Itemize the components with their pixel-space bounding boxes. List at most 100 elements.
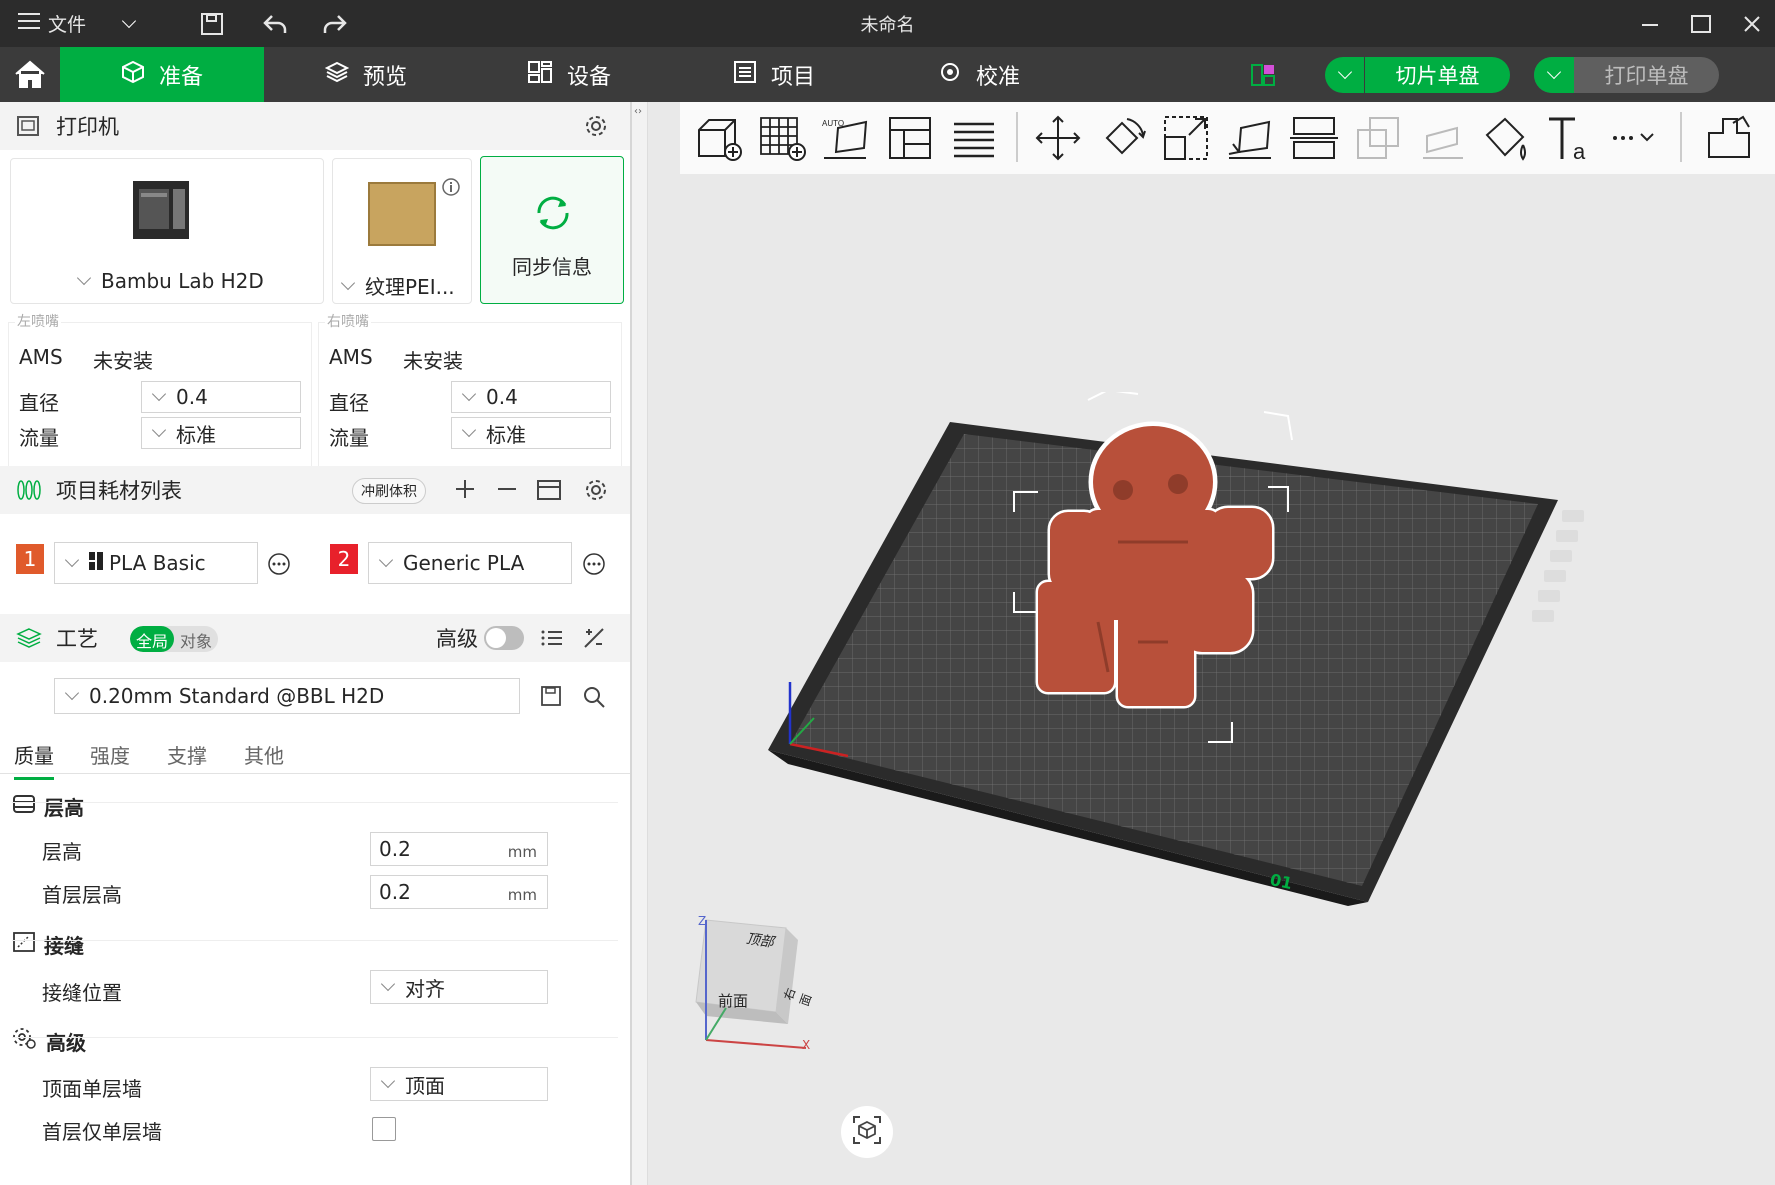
process-profile-dropdown[interactable]: 0.20mm Standard @BBL H2D [54, 678, 520, 714]
minimize-icon[interactable] [1640, 0, 1660, 47]
scale-icon[interactable] [1158, 110, 1214, 166]
tab-preview[interactable]: 预览 [324, 47, 407, 102]
left-diameter-dropdown[interactable]: 0.4 [141, 381, 301, 413]
layer-height-input[interactable]: 0.2 mm [370, 832, 548, 866]
left-diameter-value: 0.4 [176, 385, 208, 409]
save-profile-icon[interactable] [540, 685, 562, 711]
tab-project[interactable]: 项目 [733, 47, 815, 102]
lay-on-face-icon[interactable] [1222, 110, 1278, 166]
layer-height-group-label: 层高 [44, 796, 84, 820]
collapse-arrows-icon[interactable]: ‹› [634, 106, 642, 117]
reset-view-button[interactable] [841, 1106, 893, 1158]
device-icon [527, 60, 553, 90]
undo-icon[interactable] [262, 0, 288, 47]
filament-section-title: 项目耗材列表 [56, 479, 182, 503]
rotate-icon[interactable] [1094, 110, 1150, 166]
redo-icon[interactable] [322, 0, 348, 47]
move-icon[interactable] [1030, 110, 1086, 166]
more-tools-icon[interactable] [1606, 110, 1662, 166]
plate-type-dropdown[interactable]: 纹理PEI... [339, 271, 455, 300]
tab-quality[interactable]: 质量 [14, 740, 54, 780]
tab-device[interactable]: 设备 [527, 47, 611, 102]
flush-volume-button[interactable]: 冲刷体积 [352, 478, 426, 504]
viewcube-front-face[interactable]: 前面 [718, 990, 748, 1011]
seam-icon [12, 931, 36, 958]
advanced-group-title: 高级 [12, 1027, 86, 1056]
global-object-toggle[interactable]: 全局 对象 [130, 626, 219, 652]
printer-card[interactable]: Bambu Lab H2D [10, 158, 324, 304]
advanced-toggle-switch[interactable] [484, 626, 524, 650]
advanced-label: 高级 [436, 627, 478, 651]
top-single-wall-dropdown[interactable]: 顶面 [370, 1067, 548, 1101]
plate-card[interactable]: 纹理PEI... [332, 158, 472, 304]
filament-2-more-icon[interactable] [582, 552, 606, 580]
info-icon[interactable] [441, 177, 461, 201]
first-layer-height-label: 首层层高 [42, 883, 122, 907]
layout-icon[interactable] [1250, 61, 1276, 91]
text-icon[interactable]: a [1542, 110, 1598, 166]
tab-prepare-label: 准备 [158, 64, 203, 90]
toggle-object[interactable]: 对象 [174, 626, 218, 652]
add-plate-icon[interactable] [754, 110, 810, 166]
right-flow-dropdown[interactable]: 标准 [451, 417, 611, 449]
add-filament-icon[interactable] [454, 478, 476, 505]
compare-icon[interactable] [582, 626, 606, 655]
right-diameter-dropdown[interactable]: 0.4 [451, 381, 611, 413]
auto-orient-icon[interactable]: AUTO [818, 110, 874, 166]
boolean-icon[interactable] [1350, 110, 1406, 166]
layer-height-icon [12, 794, 36, 819]
filament-settings-gear-icon[interactable] [584, 478, 608, 507]
list-view-icon[interactable] [540, 626, 564, 655]
filament-sync-icon[interactable] [536, 478, 562, 507]
first-layer-height-input[interactable]: 0.2 mm [370, 875, 548, 909]
support-paint-icon[interactable] [1414, 110, 1470, 166]
printer-settings-gear-icon[interactable] [584, 114, 608, 143]
search-icon[interactable] [582, 685, 606, 713]
tab-calibrate-label: 校准 [976, 64, 1021, 90]
home-icon[interactable] [14, 59, 46, 93]
close-icon[interactable] [1743, 0, 1761, 47]
left-flow-dropdown[interactable]: 标准 [141, 417, 301, 449]
slice-dropdown-icon[interactable] [1325, 57, 1365, 93]
view-cube[interactable]: 顶部 前面 右面 Z X [666, 912, 814, 1052]
filament-1-swatch[interactable]: 1 [16, 544, 44, 574]
title-bar: 文件 未命名 [0, 0, 1775, 47]
arrange-icon[interactable] [882, 110, 938, 166]
sync-info-button[interactable]: 同步信息 [480, 156, 624, 304]
tab-prepare[interactable]: 准备 [60, 47, 264, 102]
color-paint-icon[interactable] [1478, 110, 1534, 166]
plate-type-label: 纹理PEI... [365, 275, 455, 299]
filament-2-dropdown[interactable]: Generic PLA [368, 542, 572, 584]
slice-plate-button[interactable]: 切片单盘 [1325, 57, 1510, 93]
first-layer-single-wall-checkbox[interactable] [372, 1117, 396, 1141]
layers-view-icon[interactable] [946, 110, 1002, 166]
add-object-icon[interactable] [690, 110, 746, 166]
file-menu-button[interactable]: 文件 [18, 0, 86, 47]
tab-strength[interactable]: 强度 [90, 740, 130, 769]
tab-calibrate[interactable]: 校准 [938, 47, 1020, 102]
maximize-icon[interactable] [1690, 0, 1712, 47]
panel-collapse-strip[interactable]: ‹› [632, 102, 648, 1185]
tab-support[interactable]: 支撑 [167, 740, 207, 769]
left-flow-value: 标准 [176, 422, 216, 447]
menu-dropdown-icon[interactable] [120, 0, 146, 47]
3d-viewport[interactable]: AUTO a 01 顶部 前面 右面 Z X [648, 102, 1775, 1185]
cut-icon[interactable] [1286, 110, 1342, 166]
left-ams-label: AMS [19, 345, 63, 369]
remove-filament-icon[interactable] [496, 478, 518, 505]
printer-model-dropdown[interactable]: Bambu Lab H2D [75, 269, 264, 293]
toggle-global[interactable]: 全局 [130, 626, 175, 652]
build-plate-scene[interactable] [768, 392, 1628, 952]
assembly-icon[interactable] [1700, 110, 1756, 166]
viewcube-top-face[interactable]: 顶部 [745, 928, 776, 952]
filament-1-dropdown[interactable]: PLA Basic [54, 542, 258, 584]
print-dropdown-icon[interactable] [1534, 57, 1574, 93]
filament-1-more-icon[interactable] [267, 552, 291, 580]
filament-2-swatch[interactable]: 2 [330, 544, 358, 574]
save-icon[interactable] [200, 0, 224, 47]
cube-icon [121, 60, 145, 90]
print-plate-button[interactable]: 打印单盘 [1534, 57, 1719, 93]
seam-position-dropdown[interactable]: 对齐 [370, 970, 548, 1004]
tab-other[interactable]: 其他 [244, 740, 284, 769]
right-ams-label: AMS [329, 345, 373, 369]
